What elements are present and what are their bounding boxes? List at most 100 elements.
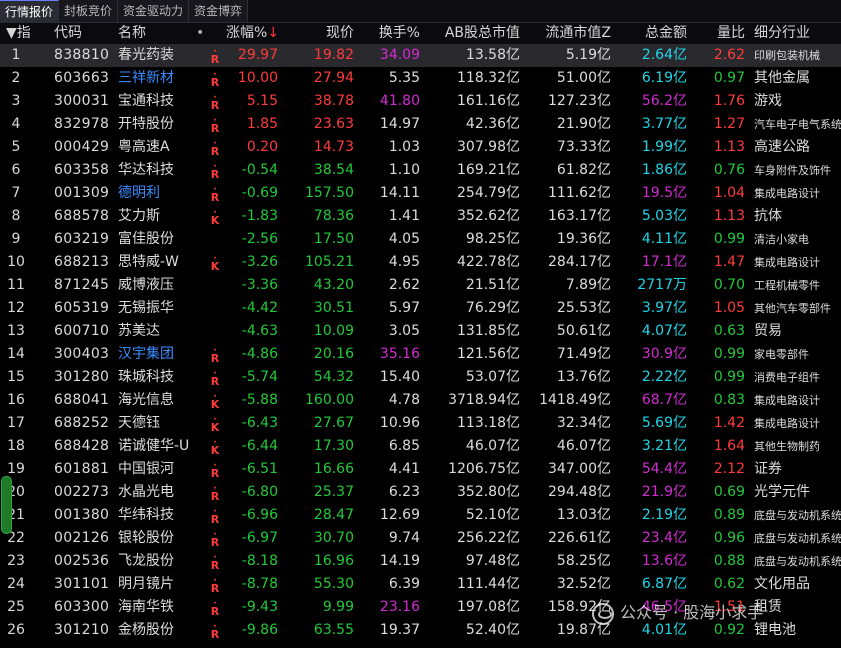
stock-name: 苏美达 bbox=[118, 323, 160, 339]
margin-flag-badge: · R bbox=[207, 573, 223, 596]
header-index[interactable]: ▼指 bbox=[6, 23, 46, 44]
table-row[interactable]: 2 603663 三祥新材 10.00 27.94 5.35 118.32亿 51.00亿 6.… bbox=[0, 67, 841, 90]
header-flag: • bbox=[196, 25, 205, 41]
turnover-rate: 1.10 bbox=[388, 162, 420, 178]
total-amount: 6.87亿 bbox=[641, 576, 687, 592]
header-turnover[interactable]: 换手% bbox=[358, 23, 420, 44]
industry: 其他汽车零部件 bbox=[754, 302, 831, 315]
total-amount: 2.22亿 bbox=[641, 369, 687, 385]
table-row[interactable]: 1 838810 春光药装 29.97 19.82 34.09 13.58亿 5.19亿 2.6… bbox=[0, 44, 841, 67]
table-row[interactable]: 4 832978 开特股份 1.85 23.63 14.97 42.36亿 21.90亿 3.7… bbox=[0, 113, 841, 136]
header-volume-ratio[interactable]: 量比 bbox=[689, 23, 745, 44]
table-row[interactable]: 23 002536 飞龙股份 -8.18 16.96 14.19 97.48亿 58.25亿 1… bbox=[0, 550, 841, 573]
table-row[interactable]: 13 600710 苏美达 -4.63 10.09 3.05 131.85亿 50.61亿 4.… bbox=[0, 320, 841, 343]
price: 160.00 bbox=[305, 392, 354, 408]
turnover-rate: 6.85 bbox=[388, 438, 420, 454]
table-row[interactable]: 5 000429 粤高速A 0.20 14.73 1.03 307.98亿 73.33亿 1.9… bbox=[0, 136, 841, 159]
price: 27.94 bbox=[313, 70, 354, 86]
margin-flag-badge bbox=[207, 320, 223, 343]
row-index: 14 bbox=[7, 346, 25, 362]
industry: 底盘与发动机系统 bbox=[754, 509, 841, 522]
tab-quotes[interactable]: 行情报价 bbox=[0, 0, 60, 23]
float-market-cap: 284.17亿 bbox=[548, 254, 611, 270]
market-cap: 352.62亿 bbox=[457, 208, 520, 224]
table-row[interactable]: 14 300403 汉宇集团 -4.86 20.16 35.16 121.56亿 71.49亿… bbox=[0, 343, 841, 366]
turnover-rate: 14.97 bbox=[379, 116, 420, 132]
flag-letter: K bbox=[210, 398, 220, 411]
market-cap: 422.78亿 bbox=[457, 254, 520, 270]
table-row[interactable]: 12 605319 无锡振华 -4.42 30.51 5.97 76.29亿 25.53亿 3.… bbox=[0, 297, 841, 320]
stock-name: 珠城科技 bbox=[118, 369, 174, 385]
row-index: 13 bbox=[7, 323, 25, 339]
change-pct: -6.43 bbox=[241, 415, 278, 431]
table-row[interactable]: 3 300031 宝通科技 5.15 38.78 41.80 161.16亿 127.23亿 5… bbox=[0, 90, 841, 113]
header-market-cap[interactable]: AB股总市值 bbox=[428, 23, 520, 44]
total-amount: 17.1亿 bbox=[641, 254, 687, 270]
total-amount: 4.07亿 bbox=[641, 323, 687, 339]
turnover-rate: 4.05 bbox=[388, 231, 420, 247]
turnover-rate: 3.05 bbox=[388, 323, 420, 339]
table-row[interactable]: 8 688578 艾力斯 -1.83 78.36 1.41 352.62亿 163.17亿 5.… bbox=[0, 205, 841, 228]
tab-capital-game[interactable]: 资金博弈 bbox=[189, 0, 249, 22]
industry: 消费电子组件 bbox=[754, 371, 820, 384]
table-row[interactable]: 16 688041 海光信息 -5.88 160.00 4.78 3718.94亿 1418.… bbox=[0, 389, 841, 412]
margin-flag-badge: · R bbox=[207, 619, 223, 642]
header-change-pct[interactable]: 涨幅%↓ bbox=[226, 23, 280, 44]
price: 19.82 bbox=[313, 47, 354, 63]
flag-letter: K bbox=[210, 214, 220, 227]
table-row[interactable]: 10 688213 思特威-W -3.26 105.21 4.95 422.78亿 284.1… bbox=[0, 251, 841, 274]
price: 28.47 bbox=[313, 507, 354, 523]
turnover-rate: 6.23 bbox=[388, 484, 420, 500]
turnover-rate: 5.35 bbox=[388, 70, 420, 86]
price: 16.96 bbox=[313, 553, 354, 569]
row-index: 11 bbox=[7, 277, 25, 293]
table-row[interactable]: 19 601881 中国银河 -6.51 16.66 4.41 1206.75亿 347.00… bbox=[0, 458, 841, 481]
table-row[interactable]: 24 301101 明月镜片 -8.78 55.30 6.39 111.44亿 32.52亿 6… bbox=[0, 573, 841, 596]
turnover-rate: 35.16 bbox=[379, 346, 420, 362]
header-amount[interactable]: 总金额 bbox=[614, 23, 687, 44]
stock-name: 海南华铁 bbox=[118, 599, 174, 615]
flag-letter: R bbox=[210, 145, 220, 158]
table-row[interactable]: 22 002126 银轮股份 -6.97 30.70 9.74 256.22亿 226.61亿… bbox=[0, 527, 841, 550]
margin-flag-badge: · R bbox=[207, 44, 223, 67]
flag-letter: R bbox=[210, 536, 220, 549]
table-row[interactable]: 9 603219 富佳股份 -2.56 17.50 4.05 98.25亿 19.36亿 4.1… bbox=[0, 228, 841, 251]
stock-name: 三祥新材 bbox=[118, 70, 174, 86]
float-market-cap: 13.03亿 bbox=[556, 507, 611, 523]
row-index: 24 bbox=[7, 576, 25, 592]
margin-flag-badge: · R bbox=[207, 136, 223, 159]
stock-name: 德明利 bbox=[118, 185, 160, 201]
row-index: 4 bbox=[11, 116, 21, 132]
industry: 高速公路 bbox=[754, 139, 810, 155]
header-industry[interactable]: 细分行业 bbox=[754, 23, 841, 44]
table-row[interactable]: 11 871245 威博液压 -3.36 43.20 2.62 21.51亿 7.89亿 271… bbox=[0, 274, 841, 297]
float-market-cap: 71.49亿 bbox=[556, 346, 611, 362]
total-amount: 30.9亿 bbox=[641, 346, 687, 362]
total-amount: 19.5亿 bbox=[641, 185, 687, 201]
margin-flag-badge: · R bbox=[207, 458, 223, 481]
row-index: 6 bbox=[11, 162, 21, 178]
tab-capital-drive[interactable]: 资金驱动力 bbox=[118, 0, 190, 22]
turnover-rate: 14.19 bbox=[379, 553, 420, 569]
volume-ratio: 0.88 bbox=[713, 553, 745, 569]
row-index: 23 bbox=[7, 553, 25, 569]
float-market-cap: 32.52亿 bbox=[556, 576, 611, 592]
table-row[interactable]: 15 301280 珠城科技 -5.74 54.32 15.40 53.07亿 13.76亿 2… bbox=[0, 366, 841, 389]
table-row[interactable]: 7 001309 德明利 -0.69 157.50 14.11 254.79亿 111.62亿… bbox=[0, 182, 841, 205]
table-row[interactable]: 6 603358 华达科技 -0.54 38.54 1.10 169.21亿 61.82亿 1.… bbox=[0, 159, 841, 182]
volume-ratio: 1.76 bbox=[713, 93, 745, 109]
header-code[interactable]: 代码 bbox=[54, 23, 114, 44]
header-float-cap[interactable]: 流通市值Z bbox=[522, 23, 611, 44]
table-row[interactable]: 18 688428 诺诚健华-U -6.44 17.30 6.85 46.07亿 46.07亿… bbox=[0, 435, 841, 458]
scrollbar-thumb[interactable] bbox=[1, 476, 12, 534]
header-price[interactable]: 现价 bbox=[290, 23, 354, 44]
industry: 工程机械零件 bbox=[754, 279, 820, 292]
header-name[interactable]: 名称 bbox=[118, 23, 178, 44]
table-row[interactable]: 20 002273 水晶光电 -6.80 25.37 6.23 352.80亿 294.48亿… bbox=[0, 481, 841, 504]
tab-limit-auction[interactable]: 封板竞价 bbox=[59, 0, 119, 22]
industry: 底盘与发动机系统 bbox=[754, 532, 841, 545]
watermark-text: 公众号 · 股海小求手 bbox=[620, 603, 764, 622]
table-row[interactable]: 21 001380 华纬科技 -6.96 28.47 12.69 52.10亿 13.03亿 2… bbox=[0, 504, 841, 527]
table-row[interactable]: 17 688252 天德钰 -6.43 27.67 10.96 113.18亿 32.34亿 5… bbox=[0, 412, 841, 435]
margin-flag-badge: · R bbox=[207, 366, 223, 389]
